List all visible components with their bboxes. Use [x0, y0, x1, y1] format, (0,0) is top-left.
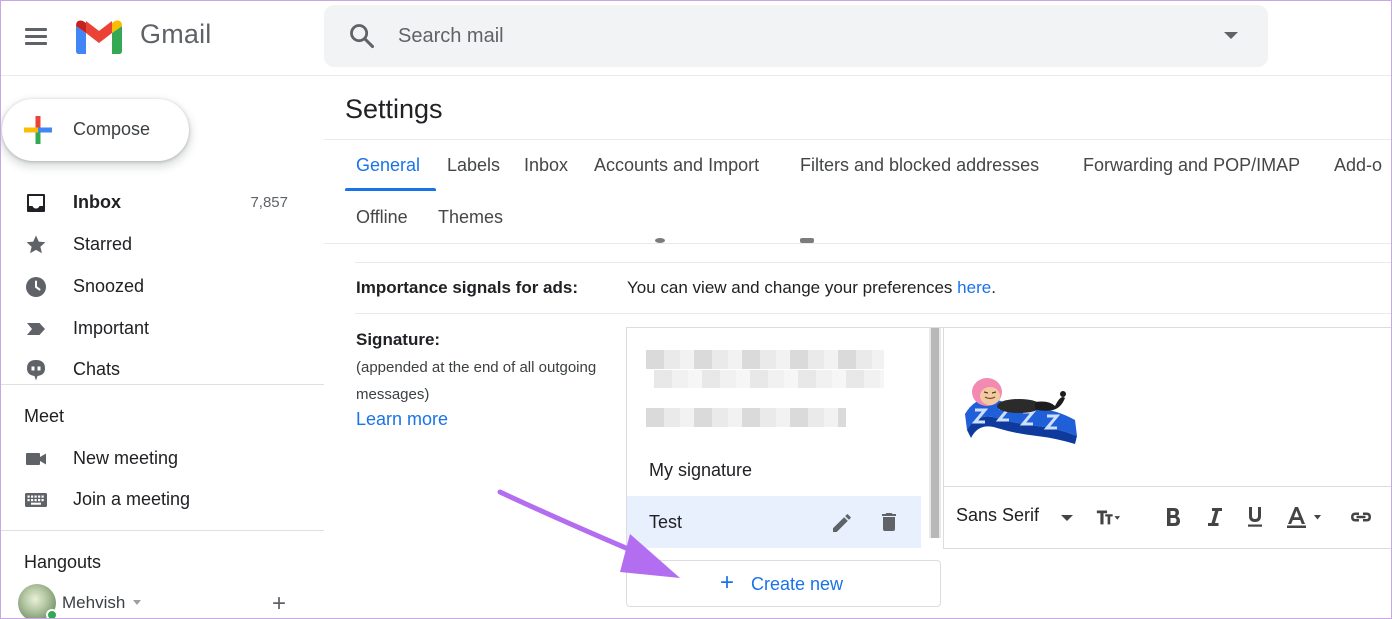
importance-signals-label: Importance signals for ads:: [356, 278, 578, 297]
online-status-dot: [46, 609, 58, 619]
tab-filters-and-blocked-addresses[interactable]: Filters and blocked addresses: [800, 155, 1039, 176]
sidebar-item-label: New meeting: [73, 448, 179, 468]
tab-add-ons[interactable]: Add-o: [1334, 155, 1382, 176]
sidebar-divider: [0, 384, 324, 385]
page-title: Settings: [345, 94, 443, 124]
importance-signals-description: You can view and change your preferences: [627, 278, 958, 297]
search-input[interactable]: [398, 19, 1178, 53]
search-icon[interactable]: [348, 22, 376, 50]
gmail-wordmark: Gmail: [140, 19, 212, 49]
top-bar: Gmail: [0, 0, 1392, 76]
sidebar-item-label: Join a meeting: [73, 489, 191, 509]
delete-trash-icon[interactable]: [877, 510, 901, 534]
tab-forwarding-and-pop-imap[interactable]: Forwarding and POP/IMAP: [1083, 155, 1300, 176]
hangouts-section-title: Hangouts: [24, 552, 102, 572]
sidebar-item-join-meeting[interactable]: Join a meeting: [0, 480, 322, 520]
blurred-signature-name[interactable]: [646, 350, 884, 369]
scrollbar-thumb[interactable]: [931, 328, 939, 538]
hangouts-status-caret-icon[interactable]: [133, 600, 141, 605]
inbox-icon: [27, 194, 45, 212]
text-color-icon[interactable]: [1284, 504, 1324, 530]
editor-toolbar-divider: [943, 486, 1392, 487]
sidebar-item-starred[interactable]: Starred: [0, 225, 322, 265]
font-family-select[interactable]: Sans Serif: [956, 505, 1039, 526]
signature-label: Signature:: [356, 330, 441, 349]
learn-more-link[interactable]: Learn more: [356, 409, 448, 430]
sidebar-item-label: Chats: [73, 359, 121, 379]
gmail-logo-icon[interactable]: [74, 17, 124, 55]
compose-label: Compose: [73, 119, 151, 139]
importance-signals-period: .: [991, 278, 996, 297]
sidebar-item-inbox[interactable]: Inbox 7,857: [0, 183, 322, 223]
underline-icon[interactable]: [1242, 504, 1268, 530]
signature-item-my-signature[interactable]: My signature: [627, 444, 921, 496]
hangouts-user-name[interactable]: Mehvish: [62, 593, 125, 613]
edit-pencil-icon[interactable]: [830, 511, 854, 535]
create-new-label: Create new: [751, 574, 844, 594]
bold-icon[interactable]: [1160, 504, 1186, 530]
signature-note: (appended at the end of all outgoing mes…: [356, 359, 597, 403]
search-options-caret-icon[interactable]: [1224, 32, 1238, 39]
tab-inbox[interactable]: Inbox: [524, 155, 568, 176]
italic-icon[interactable]: [1202, 504, 1228, 530]
font-family-caret-icon[interactable]: [1061, 515, 1073, 521]
preferences-here-link[interactable]: here: [957, 278, 991, 297]
plus-icon: +: [720, 569, 735, 596]
tab-offline[interactable]: Offline: [356, 207, 408, 228]
inbox-unread-count: 7,857: [250, 194, 288, 211]
keyboard-icon: [25, 493, 47, 507]
sidebar-item-important[interactable]: Important: [0, 309, 322, 349]
signature-item-label: My signature: [649, 460, 753, 480]
sidebar-item-label: Starred: [73, 234, 133, 254]
insert-link-icon[interactable]: [1348, 504, 1374, 530]
hamburger-menu-icon[interactable]: [22, 26, 50, 48]
search-bar[interactable]: [324, 5, 1268, 67]
font-size-icon[interactable]: [1095, 504, 1121, 530]
signature-list-scrollbar[interactable]: [929, 328, 941, 538]
sidebar-item-label: Snoozed: [73, 276, 145, 296]
clipped-previous-row: [600, 238, 900, 244]
compose-plus-icon: [24, 116, 52, 144]
clock-icon: [26, 277, 46, 297]
blurred-signature-name: [654, 370, 884, 388]
signature-sticker-image[interactable]: [957, 364, 1085, 454]
label-important-icon: [27, 323, 45, 335]
tab-labels[interactable]: Labels: [447, 155, 500, 176]
meet-section-title: Meet: [24, 406, 65, 426]
blurred-signature-name[interactable]: [646, 408, 846, 427]
active-tab-indicator: [345, 188, 436, 191]
tab-accounts-and-import[interactable]: Accounts and Import: [594, 155, 759, 176]
chat-bubble-icon: [27, 360, 45, 381]
tab-general[interactable]: General: [356, 155, 420, 176]
sidebar-item-label: Important: [73, 318, 150, 338]
settings-row-divider: [355, 313, 1392, 314]
star-icon: [26, 235, 46, 254]
sidebar-item-snoozed[interactable]: Snoozed: [0, 267, 322, 307]
sidebar-divider: [0, 530, 324, 531]
tabs-divider: [324, 139, 1392, 140]
new-conversation-plus-icon[interactable]: +: [272, 592, 286, 616]
importance-signals-text: You can view and change your preferences…: [627, 278, 996, 298]
sidebar-item-label: Inbox: [73, 192, 121, 212]
signature-item-label: Test: [649, 512, 683, 532]
create-new-signature-button[interactable]: + Create new: [626, 560, 941, 607]
sidebar-item-new-meeting[interactable]: New meeting: [0, 439, 322, 479]
settings-row-divider: [355, 262, 1392, 263]
tab-themes[interactable]: Themes: [438, 207, 503, 228]
compose-button[interactable]: Compose: [2, 99, 189, 161]
videocam-icon: [26, 453, 46, 465]
